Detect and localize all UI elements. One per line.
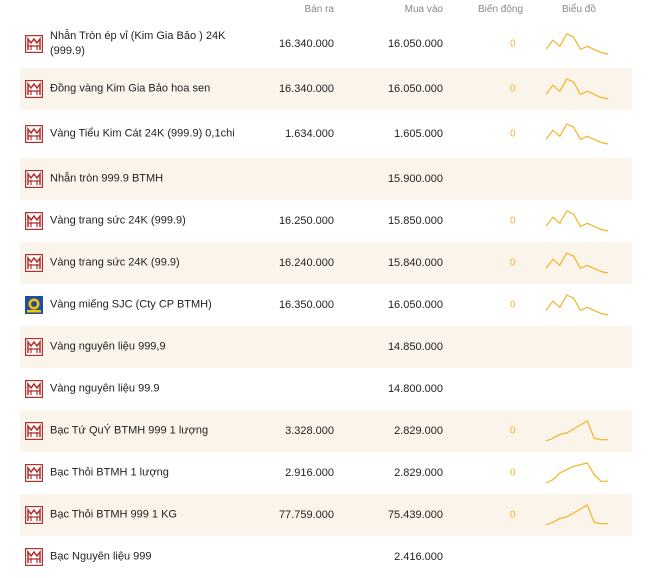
table-row[interactable]: Vàng Tiểu Kim Cát 24K (999.9) 0,1chi 1.63… [20, 110, 632, 158]
sparkline-series [546, 504, 608, 526]
price-change: 0 [510, 425, 516, 437]
btmh-logo-icon [25, 380, 43, 398]
product-name: Bạc Tứ QuÝ BTMH 999 1 lượng [50, 424, 209, 437]
table-row[interactable]: Bạc Thỏi BTMH 1 lượng 2.916.000 2.829.000 0 [20, 452, 632, 494]
sjc-logo-icon [25, 296, 43, 314]
sparkline-series [546, 294, 608, 316]
product-name: Vàng trang sức 24K (99.9) [50, 256, 180, 269]
btmh-logo-icon [25, 338, 43, 356]
sparkline-chart[interactable] [546, 292, 608, 318]
buy-price: 2.829.000 [394, 425, 443, 437]
btmh-logo-icon [25, 506, 43, 524]
sparkline-chart[interactable] [546, 208, 608, 234]
product-name: Nhẫn tròn 999.9 BTMH [50, 172, 164, 185]
btmh-logo-icon [25, 422, 43, 440]
sparkline-series [546, 252, 608, 274]
table-header: Bán ra Mua vào Biến động Biểu đồ [0, 0, 652, 20]
buy-price: 16.050.000 [387, 83, 443, 95]
product-name: Bạc Nguyên liệu 999 [50, 550, 152, 563]
table-row[interactable]: Vàng nguyên liệu 999,9 14.850.000 [20, 326, 632, 368]
buy-price: 16.050.000 [387, 38, 443, 50]
buy-price: 15.850.000 [387, 215, 443, 227]
sell-price: 16.340.000 [278, 83, 334, 95]
buy-price: 75.439.000 [387, 509, 443, 521]
sell-price: 16.240.000 [278, 257, 334, 269]
table-row[interactable]: Nhẫn Tròn ép vỉ (Kim Gia Bảo ) 24K (999.… [20, 20, 632, 68]
sparkline-series [546, 462, 608, 484]
btmh-logo-icon [25, 212, 43, 230]
buy-price: 16.050.000 [387, 299, 443, 311]
sparkline-chart[interactable] [546, 418, 608, 444]
table-row[interactable]: Vàng trang sức 24K (999.9) 16.250.000 15.8… [20, 200, 632, 242]
product-name: Bạc Thỏi BTMH 1 lượng [50, 466, 169, 479]
table-row[interactable]: Bạc Thỏi BTMH 999 1 KG 77.759.000 75.439.0… [20, 494, 632, 536]
table-row[interactable]: Vàng trang sức 24K (99.9) 16.240.000 15.84… [20, 242, 632, 284]
buy-price: 14.800.000 [387, 383, 443, 395]
table-row[interactable]: Vàng nguyên liệu 99.9 14.800.000 [20, 368, 632, 410]
price-change: 0 [510, 128, 516, 140]
sparkline-chart[interactable] [546, 31, 608, 57]
sell-price: 77.759.000 [278, 509, 334, 521]
sell-price: 1.634.000 [285, 128, 334, 140]
sparkline-chart[interactable] [546, 502, 608, 528]
btmh-logo-icon [25, 464, 43, 482]
btmh-logo-icon [25, 254, 43, 272]
product-name: Đồng vàng Kim Gia Bảo hoa sen [50, 82, 211, 95]
price-change: 0 [510, 257, 516, 269]
product-name: Vàng trang sức 24K (999.9) [50, 214, 186, 227]
sell-price: 16.350.000 [278, 299, 334, 311]
btmh-logo-icon [25, 35, 43, 53]
table-row[interactable]: Vàng miếng SJC (Cty CP BTMH) 16.350.000 16… [20, 284, 632, 326]
sell-price: 2.916.000 [285, 467, 334, 479]
header-chart: Biểu đồ [562, 4, 596, 15]
product-name: Vàng Tiểu Kim Cát 24K (999.9) 0,1chi [50, 127, 235, 140]
sparkline-series [546, 123, 608, 145]
price-change: 0 [510, 509, 516, 521]
sell-price: 3.328.000 [285, 425, 334, 437]
price-table: Bán ra Mua vào Biến động Biểu đồ Nhẫn Tr… [0, 0, 652, 578]
sparkline-chart[interactable] [546, 121, 608, 147]
buy-price: 15.900.000 [387, 173, 443, 185]
btmh-logo-icon [25, 80, 43, 98]
product-name: Bạc Thỏi BTMH 999 1 KG [50, 508, 177, 521]
sparkline-series [546, 420, 608, 442]
header-buy: Mua vào [404, 4, 443, 15]
btmh-logo-icon [25, 125, 43, 143]
price-change: 0 [510, 467, 516, 479]
sparkline-chart[interactable] [546, 250, 608, 276]
product-name: Nhẫn Tròn ép vỉ (Kim Gia Bảo ) 24K (999.… [50, 30, 226, 57]
product-name: Vàng miếng SJC (Cty CP BTMH) [50, 298, 212, 311]
table-row[interactable]: Đồng vàng Kim Gia Bảo hoa sen 16.340.000 1… [20, 68, 632, 110]
sell-price: 16.250.000 [278, 215, 334, 227]
table-row[interactable]: Nhẫn tròn 999.9 BTMH 15.900.000 [20, 158, 632, 200]
price-change: 0 [510, 38, 516, 50]
table-row[interactable]: Bạc Nguyên liệu 999 2.416.000 [20, 536, 632, 578]
buy-price: 2.829.000 [394, 467, 443, 479]
price-change: 0 [510, 299, 516, 311]
buy-price: 2.416.000 [394, 551, 443, 563]
sparkline-chart[interactable] [546, 76, 608, 102]
sparkline-series [546, 210, 608, 232]
buy-price: 1.605.000 [394, 128, 443, 140]
sparkline-chart[interactable] [546, 460, 608, 486]
table-body: Nhẫn Tròn ép vỉ (Kim Gia Bảo ) 24K (999.… [0, 20, 652, 578]
product-name: Vàng nguyên liệu 999,9 [50, 340, 166, 353]
btmh-logo-icon [25, 170, 43, 188]
buy-price: 15.840.000 [387, 257, 443, 269]
sparkline-series [546, 78, 608, 100]
header-sell: Bán ra [304, 4, 334, 15]
product-name: Vàng nguyên liệu 99.9 [50, 382, 160, 395]
price-change: 0 [510, 83, 516, 95]
buy-price: 14.850.000 [387, 341, 443, 353]
header-change: Biến động [478, 4, 524, 15]
btmh-logo-icon [25, 548, 43, 566]
table-row[interactable]: Bạc Tứ QuÝ BTMH 999 1 lượng 3.328.000 2.82… [20, 410, 632, 452]
price-change: 0 [510, 215, 516, 227]
sparkline-series [546, 33, 608, 55]
sell-price: 16.340.000 [278, 38, 334, 50]
